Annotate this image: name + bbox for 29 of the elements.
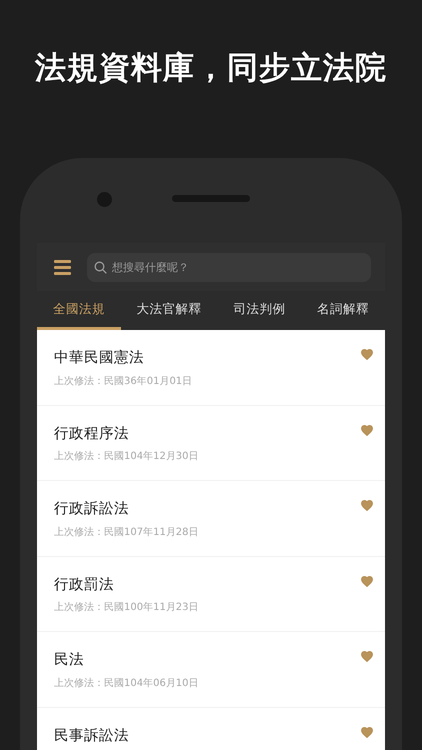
heart-icon[interactable] — [361, 424, 373, 436]
heart-icon[interactable] — [361, 349, 373, 360]
last-amended-date: 上次修法：民國104年06月10日 — [54, 676, 200, 691]
last-amended-date: 上次修法：民國36年01月01日 — [54, 374, 194, 389]
search-field[interactable]: 想搜尋什麼呢？ — [87, 252, 371, 282]
last-amended-date: 上次修法：民國100年11月23日 — [54, 600, 200, 616]
law-title: 中華民國憲法 — [54, 349, 145, 368]
heart-icon[interactable] — [361, 726, 373, 738]
law-row[interactable]: 行政訴訟法 上次修法：民國107年11月28日 — [37, 481, 385, 556]
tab[interactable]: 名詞解釋 — [301, 291, 385, 330]
last-amended-date: 上次修法：民國104年12月30日 — [54, 450, 200, 464]
law-row[interactable]: 行政程序法 上次修法：民國104年12月30日 — [37, 406, 385, 481]
law-title: 行政訴訟法 — [54, 500, 130, 519]
heart-icon[interactable] — [361, 500, 373, 511]
heart-icon[interactable] — [361, 651, 373, 662]
law-row[interactable]: 民法 上次修法：民國104年06月10日 — [37, 632, 385, 708]
law-title: 行政罰法 — [54, 576, 115, 594]
law-title: 民事訴訟法 — [54, 726, 130, 746]
law-row[interactable]: 中華民國憲法 上次修法：民國36年01月01日 — [37, 330, 385, 406]
law-title: 行政程序法 — [54, 424, 130, 444]
heart-icon[interactable] — [361, 576, 373, 586]
menu-icon[interactable] — [54, 260, 71, 274]
tab[interactable]: 大法官解釋 — [120, 291, 218, 330]
law-row[interactable]: 民事訴訟法 — [37, 708, 385, 750]
law-row[interactable]: 行政罰法 上次修法：民國100年11月23日 — [37, 556, 385, 632]
tab[interactable]: 司法判例 — [218, 291, 302, 330]
law-title: 民法 — [54, 651, 85, 670]
last-amended-date: 上次修法：民國107年11月28日 — [54, 526, 200, 540]
headline: 法規資料庫，同步立法院 — [34, 49, 388, 88]
